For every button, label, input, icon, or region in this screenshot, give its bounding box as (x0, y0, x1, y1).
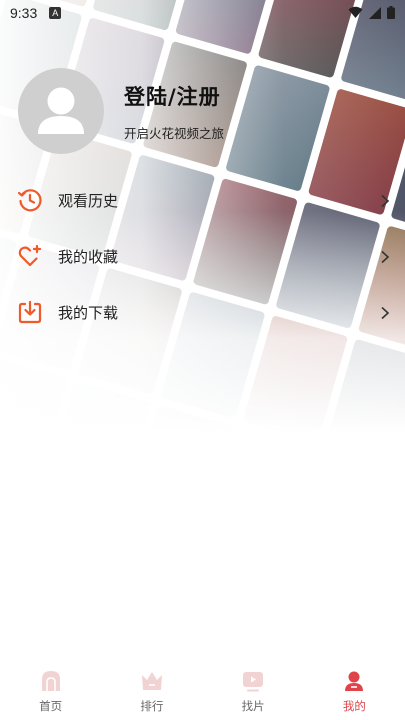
menu-item-label: 我的下载 (58, 303, 119, 322)
menu-item-downloads[interactable]: 我的下载 (0, 284, 405, 340)
nav-item-discover[interactable]: 找片 (203, 662, 304, 720)
nav-item-home[interactable]: 首页 (0, 662, 101, 720)
notification-badge: A (49, 7, 62, 19)
nav-label: 找片 (241, 699, 265, 713)
crown-icon (139, 668, 165, 694)
home-icon (38, 668, 64, 694)
menu-item-history[interactable]: 观看历史 (0, 172, 405, 228)
battery-icon (387, 4, 395, 23)
person-icon (341, 668, 367, 694)
user-avatar-icon (38, 87, 84, 134)
nav-item-ranking[interactable]: 排行 (101, 662, 202, 720)
menu-item-favorites[interactable]: 我的收藏 (0, 228, 405, 284)
bottom-nav: 首页 排行 找片 我的 (0, 662, 405, 720)
nav-label: 排行 (140, 699, 164, 713)
nav-label: 首页 (39, 699, 63, 713)
profile-menu: 观看历史 我的收藏 我的下载 (0, 172, 405, 340)
chevron-right-icon (379, 305, 391, 320)
chevron-right-icon (379, 193, 391, 208)
history-icon (16, 186, 44, 214)
download-icon (16, 298, 44, 326)
menu-item-label: 我的收藏 (58, 247, 119, 266)
nav-label: 我的 (342, 699, 366, 713)
nav-item-mine[interactable]: 我的 (304, 662, 405, 720)
chevron-right-icon (379, 249, 391, 264)
video-icon (240, 668, 266, 694)
profile-subtitle: 开启火花视频之旅 (124, 125, 225, 141)
avatar[interactable] (18, 68, 104, 154)
signal-icon (369, 4, 381, 23)
profile-header[interactable]: 登陆/注册 开启火花视频之旅 (18, 68, 224, 154)
wifi-icon (348, 4, 363, 23)
status-bar: 9:33 A (0, 0, 405, 26)
status-time: 9:33 (10, 5, 38, 21)
heart-plus-icon (16, 242, 44, 270)
login-register-link[interactable]: 登陆/注册 (124, 81, 224, 111)
menu-item-label: 观看历史 (58, 191, 119, 210)
